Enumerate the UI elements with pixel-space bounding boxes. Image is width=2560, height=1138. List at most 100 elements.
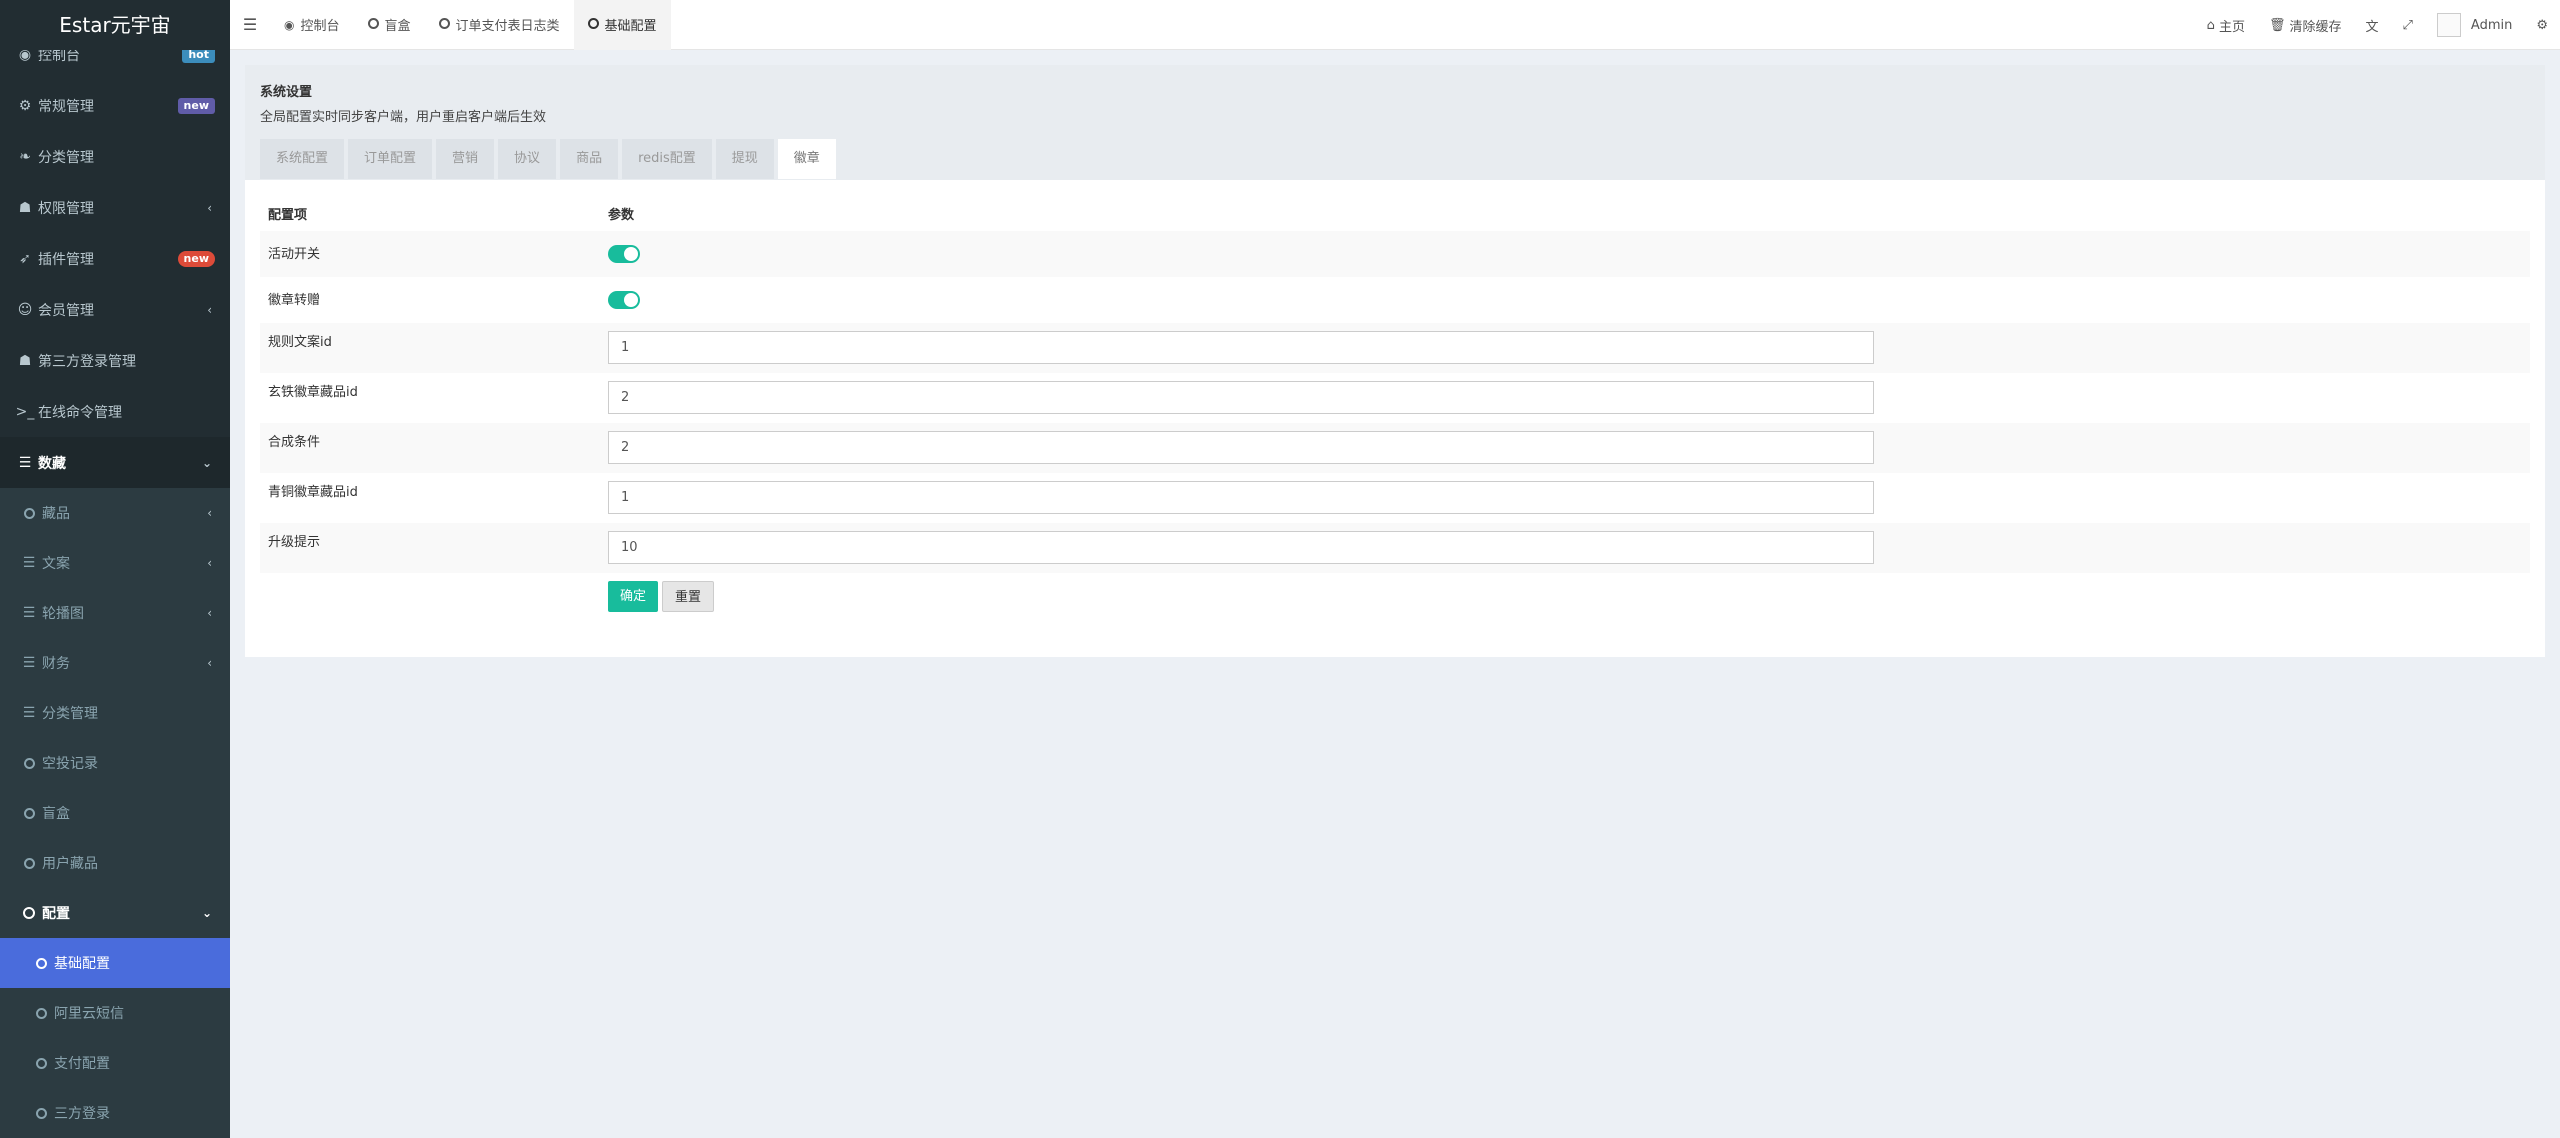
dashboard-icon: ◉ [284, 17, 295, 32]
users-icon: ☗ [18, 352, 32, 369]
leaf-icon: ❧ [19, 148, 31, 165]
chevron-left-icon: ‹ [207, 506, 212, 520]
table-row: 活动开关 [260, 231, 2530, 277]
nav-tab-dashboard[interactable]: ◉ 控制台 [270, 0, 354, 50]
avatar [2436, 13, 2461, 37]
trash-icon: 🗑 [2268, 17, 2286, 33]
badge-transfer-toggle[interactable] [608, 291, 640, 309]
nav-tab-order-log[interactable]: 订单支付表日志类 [425, 0, 574, 50]
top-navbar: ☰ ◉ 控制台 盲盒 订单支付表日志类 基础配置 ⌂ 主页 🗑 清除缓存 文 ⤢… [230, 0, 2560, 50]
confirm-button[interactable]: 确定 [608, 581, 659, 612]
page-subtitle: 全局配置实时同步客户端，用户重启客户端后生效 [260, 110, 547, 125]
sidebar-item-third-party-login[interactable]: 三方登录 [0, 1088, 230, 1138]
panel-heading: 系统设置 全局配置实时同步客户端，用户重启客户端后生效 系统配置 订单配置 营销… [245, 65, 2545, 180]
sidebar-item-command[interactable]: >_ 在线命令管理 [0, 386, 230, 437]
chevron-down-icon: ⌄ [201, 906, 212, 920]
table-row: 规则文案id 1 [260, 323, 2530, 373]
sidebar-item-goods[interactable]: 藏品 ‹ [0, 488, 230, 538]
list-icon: ☰ [22, 605, 36, 621]
new-badge: new [177, 97, 215, 114]
sidebar-item-third-login[interactable]: ☗ 第三方登录管理 [0, 335, 230, 386]
tab-agreement[interactable]: 协议 [498, 139, 557, 179]
settings-panel: 系统设置 全局配置实时同步客户端，用户重启客户端后生效 系统配置 订单配置 营销… [245, 65, 2545, 657]
table-row: 玄铁徽章藏品id 2 [260, 373, 2530, 423]
sidebar-item-aliyun-sms[interactable]: 阿里云短信 [0, 988, 230, 1038]
nav-tab-blindbox[interactable]: 盲盒 [354, 0, 425, 50]
list-icon: ☰ [22, 705, 36, 721]
gears-icon: ⚙ [2536, 17, 2548, 33]
circle-icon [34, 1056, 48, 1070]
bronze-badge-id-input[interactable]: 1 [608, 481, 1874, 514]
form-actions: 确定 重置 [608, 573, 2522, 612]
sidebar-item-banner[interactable]: ☰ 轮播图 ‹ [0, 588, 230, 638]
sidebar-item-category[interactable]: ❧ 分类管理 [0, 131, 230, 182]
circle-icon [22, 856, 36, 870]
sidebar-item-airdrop[interactable]: 空投记录 [0, 738, 230, 788]
table-row: 升级提示 10 [260, 523, 2530, 573]
sidebar-item-collection[interactable]: ☰ 数藏 ⌄ [0, 437, 230, 488]
chevron-left-icon: ‹ [207, 200, 212, 215]
circle-icon [22, 756, 36, 770]
nav-tab-basic-config[interactable]: 基础配置 [573, 0, 671, 50]
upgrade-tip-input[interactable]: 10 [608, 531, 1874, 564]
sidebar-item-pay-config[interactable]: 支付配置 [0, 1038, 230, 1088]
home-link[interactable]: ⌂ 主页 [2195, 16, 2257, 35]
sidebar-item-config[interactable]: 配置 ⌄ [0, 888, 230, 938]
expand-icon: ⤢ [2402, 17, 2413, 33]
sidebar-item-copy[interactable]: ☰ 文案 ‹ [0, 538, 230, 588]
sidebar-item-category-manage[interactable]: ☰ 分类管理 [0, 688, 230, 738]
row-label: 青铜徽章藏品id [268, 485, 358, 500]
table-header: 配置项 参数 [260, 195, 2530, 231]
user-menu[interactable]: Admin [2425, 13, 2524, 37]
circle-icon [22, 806, 36, 820]
app-logo[interactable]: Estar元宇宙 [0, 0, 230, 50]
language-button[interactable]: 文 [2353, 16, 2390, 35]
clear-cache-button[interactable]: 🗑 清除缓存 [2257, 16, 2354, 35]
row-label: 升级提示 [260, 523, 600, 573]
tab-badge[interactable]: 徽章 [777, 139, 836, 179]
table-row: 合成条件 2 [260, 423, 2530, 473]
circle-icon [34, 1006, 48, 1020]
sidebar-item-user-goods[interactable]: 用户藏品 [0, 838, 230, 888]
config-form: 配置项 参数 活动开关 徽章转赠 规则文案id 1 玄铁徽章藏品id 2 合成条… [245, 180, 2545, 612]
rule-copy-id-input[interactable]: 1 [608, 331, 1874, 364]
sidebar-item-auth[interactable]: ☗ 权限管理 ‹ [0, 182, 230, 233]
tab-goods[interactable]: 商品 [560, 139, 619, 179]
topbar-right: ⌂ 主页 🗑 清除缓存 文 ⤢ Admin ⚙ [2195, 0, 2560, 50]
circle-icon [587, 17, 599, 32]
tab-withdraw[interactable]: 提现 [715, 139, 774, 179]
compose-condition-input[interactable]: 2 [608, 431, 1874, 464]
sidebar-item-addon[interactable]: ➶ 插件管理 new [0, 233, 230, 284]
reset-button[interactable]: 重置 [662, 581, 715, 612]
tab-system[interactable]: 系统配置 [260, 139, 345, 179]
user-circle-icon: ☺ [17, 301, 33, 318]
sidebar-item-member[interactable]: ☺ 会员管理 ‹ [0, 284, 230, 335]
activity-switch-toggle[interactable] [608, 245, 640, 263]
sidebar-item-blindbox[interactable]: 盲盒 [0, 788, 230, 838]
fullscreen-button[interactable]: ⤢ [2391, 18, 2425, 33]
row-label: 徽章转赠 [268, 293, 321, 308]
circle-icon [22, 906, 36, 920]
circle-icon [34, 956, 48, 970]
home-icon: ⌂ [2206, 17, 2215, 33]
tab-order[interactable]: 订单配置 [348, 139, 433, 179]
sidebar-item-finance[interactable]: ☰ 财务 ‹ [0, 638, 230, 688]
tab-redis[interactable]: redis配置 [622, 139, 712, 179]
list-icon: ☰ [22, 655, 36, 671]
list-icon: ☰ [18, 454, 32, 471]
row-label: 合成条件 [260, 423, 600, 473]
sidebar-menu: ◉ 控制台 hot ⚙ 常规管理 new ❧ 分类管理 ☗ 权限管理 ‹ ➶ 插… [0, 29, 230, 1138]
circle-icon [22, 506, 36, 520]
settings-button[interactable]: ⚙ [2524, 18, 2560, 33]
rocket-icon: ➶ [19, 250, 31, 267]
iron-badge-id-input[interactable]: 2 [608, 381, 1874, 414]
column-header-key: 配置项 [268, 207, 308, 223]
row-label: 玄铁徽章藏品id [268, 385, 358, 400]
sidebar-item-basic-config[interactable]: 基础配置 [0, 938, 230, 988]
sidebar-item-general[interactable]: ⚙ 常规管理 new [0, 80, 230, 131]
menu-toggle-icon[interactable]: ☰ [230, 15, 270, 34]
tab-marketing[interactable]: 营销 [436, 139, 495, 179]
language-icon: 文 [2365, 19, 2379, 35]
table-row-actions: 确定 重置 [260, 573, 2530, 612]
circle-icon [367, 17, 379, 32]
